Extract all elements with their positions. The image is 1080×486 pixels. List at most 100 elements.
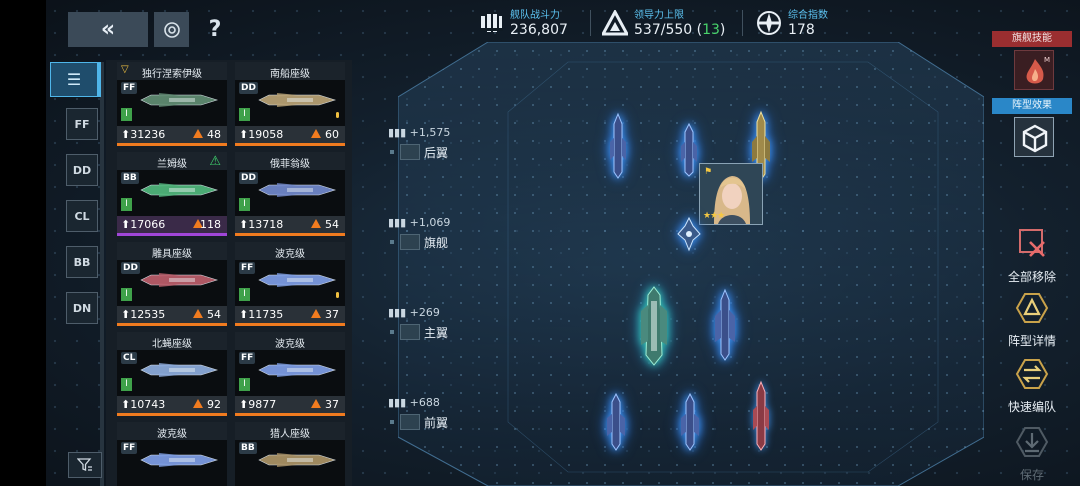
target-button[interactable]	[154, 12, 189, 47]
ship-stats: ⬆11735 37	[235, 306, 345, 324]
formation-ship-rear-1[interactable]	[606, 112, 630, 180]
leadership-extra: 13	[702, 22, 720, 38]
ship-power-value: 19058	[248, 128, 284, 141]
ship-name: 波克级	[275, 339, 305, 350]
formation-ship-main-2[interactable]	[712, 288, 738, 362]
rank-icon: ▽	[121, 64, 129, 75]
category-cl-button[interactable]: CL	[66, 200, 98, 232]
ship-icon	[258, 453, 337, 467]
formation-row-flagship[interactable]: ▮▮▮ +1,069 旗舰	[388, 216, 478, 250]
level-icon	[311, 399, 321, 408]
ship-power-value: 9877	[248, 398, 277, 411]
level-icon	[311, 309, 321, 318]
formation-effect-button[interactable]	[1014, 117, 1054, 157]
formation-ship-front-3[interactable]	[750, 380, 772, 452]
flagship-skill-button[interactable]: M	[1014, 50, 1054, 90]
double-chevron-left-icon: «	[100, 17, 116, 42]
formation-detail-button[interactable]: 阵型详情	[996, 290, 1068, 349]
filter-icon	[77, 458, 92, 471]
index-icon	[757, 11, 781, 35]
fleet-power-value: 236,807	[510, 22, 568, 38]
ship-stats: ⬆17066 118	[117, 216, 227, 234]
category-bb-button[interactable]: BB	[66, 246, 98, 278]
formation-detail-label: 阵型详情	[1007, 334, 1056, 348]
row-dot	[390, 330, 394, 334]
level-icon	[311, 219, 321, 228]
ship-card[interactable]: 波克级 FF I ⬆9877 37	[235, 332, 345, 416]
ship-card[interactable]: 南船座级 DD I ⬆19058 60	[235, 62, 345, 146]
row-name: 旗舰	[424, 236, 449, 250]
formation-row-front[interactable]: ▮▮▮ +688 前翼	[388, 396, 478, 430]
ship-name: 独行涅索伊级	[142, 69, 202, 80]
ship-card[interactable]: 雕具座级 DD I ⬆12535 54	[117, 242, 227, 326]
ship-card[interactable]: 独行涅索伊级 FF I ⬆31236 48 ▽	[117, 62, 227, 146]
category-dn-button[interactable]: DN	[66, 292, 98, 324]
quick-fleet-label: 快速编队	[1007, 400, 1056, 414]
index-stat: 综合指数 178	[756, 6, 866, 42]
target-icon	[163, 21, 180, 38]
leadership-icon	[602, 10, 628, 36]
category-dd-button[interactable]: DD	[66, 154, 98, 186]
ship-class-badge: DD	[239, 82, 258, 94]
cube-icon	[1022, 124, 1048, 153]
quick-fleet-button[interactable]: 快速编队	[996, 356, 1068, 415]
help-button[interactable]: ?	[200, 12, 230, 47]
ship-stats: ⬆31236 48	[117, 126, 227, 144]
filter-button[interactable]	[68, 452, 102, 478]
ship-card[interactable]: 猎人座级 BB	[235, 422, 345, 486]
index-value: 178	[788, 22, 815, 38]
row-name: 主翼	[424, 326, 449, 340]
category-ff-button[interactable]: FF	[66, 108, 98, 140]
ship-card[interactable]: 兰姆级 BB I ⬆17066 118 ⚠	[117, 152, 227, 236]
ship-icon	[258, 93, 337, 107]
formation-ship-front-2[interactable]	[678, 392, 702, 452]
category-all-button[interactable]: ☰	[50, 62, 98, 97]
ship-name: 雕具座级	[152, 249, 192, 260]
row-power: ▮▮▮ +269	[388, 306, 440, 319]
index-label: 综合指数	[788, 10, 828, 21]
save-button[interactable]: 保存	[996, 424, 1068, 483]
ship-class-badge: FF	[239, 262, 256, 274]
ship-level: 48	[207, 128, 221, 141]
ship-card[interactable]: 北蝇座级 CL I ⬆10743 92	[117, 332, 227, 416]
formation-row-rear[interactable]: ▮▮▮ +1,575 后翼	[388, 126, 478, 160]
ship-class-badge: FF	[239, 352, 256, 364]
rear-wing-icon	[400, 144, 420, 160]
row-power: ▮▮▮ +1,069	[388, 216, 451, 229]
ship-card[interactable]: 波克级 FF	[117, 422, 227, 486]
formation-row-main[interactable]: ▮▮▮ +269 主翼	[388, 306, 478, 340]
fleet-power-stat: 舰队战斗力 236,807	[478, 6, 598, 42]
row-power-value: +688	[409, 396, 440, 409]
category-rail	[100, 62, 104, 486]
formation-ship-main-1[interactable]	[638, 285, 670, 367]
rarity-bar	[117, 323, 227, 326]
ship-name: 波克级	[275, 249, 305, 260]
ship-power: ⬆31236	[121, 128, 166, 141]
ship-name: 北蝇座级	[152, 339, 192, 350]
svg-text:M: M	[1044, 56, 1050, 64]
ship-class-badge: BB	[239, 442, 257, 454]
rarity-bar	[117, 143, 227, 146]
remove-all-button[interactable]: 全部移除	[996, 226, 1068, 285]
ship-level: 92	[207, 398, 221, 411]
formation-ship-front-1[interactable]	[604, 392, 628, 452]
ship-power: ⬆10743	[121, 398, 166, 411]
ship-power-value: 11735	[248, 308, 284, 321]
back-button[interactable]: «	[68, 12, 148, 47]
ship-icon	[140, 93, 219, 107]
ship-tier-badge: I	[121, 288, 132, 301]
ship-level: 54	[325, 218, 339, 231]
ship-card[interactable]: 俄菲翁级 DD I ⬆13718 54	[235, 152, 345, 236]
captain-portrait[interactable]: ⚑ ★★★	[699, 163, 763, 225]
divider	[742, 10, 743, 36]
ship-stats: ⬆12535 54	[117, 306, 227, 324]
formation-ship-flagship[interactable]	[676, 216, 702, 252]
leadership-label: 领导力上限	[634, 10, 684, 21]
ship-icon	[140, 183, 219, 197]
row-dot	[390, 420, 394, 424]
ship-card[interactable]: 波克级 FF I ⬆11735 37	[235, 242, 345, 326]
ship-tier-badge: I	[239, 288, 250, 301]
formation-detail-icon	[1015, 293, 1049, 323]
ship-power: ⬆19058	[239, 128, 284, 141]
formation-ship-rear-2[interactable]	[678, 122, 700, 178]
